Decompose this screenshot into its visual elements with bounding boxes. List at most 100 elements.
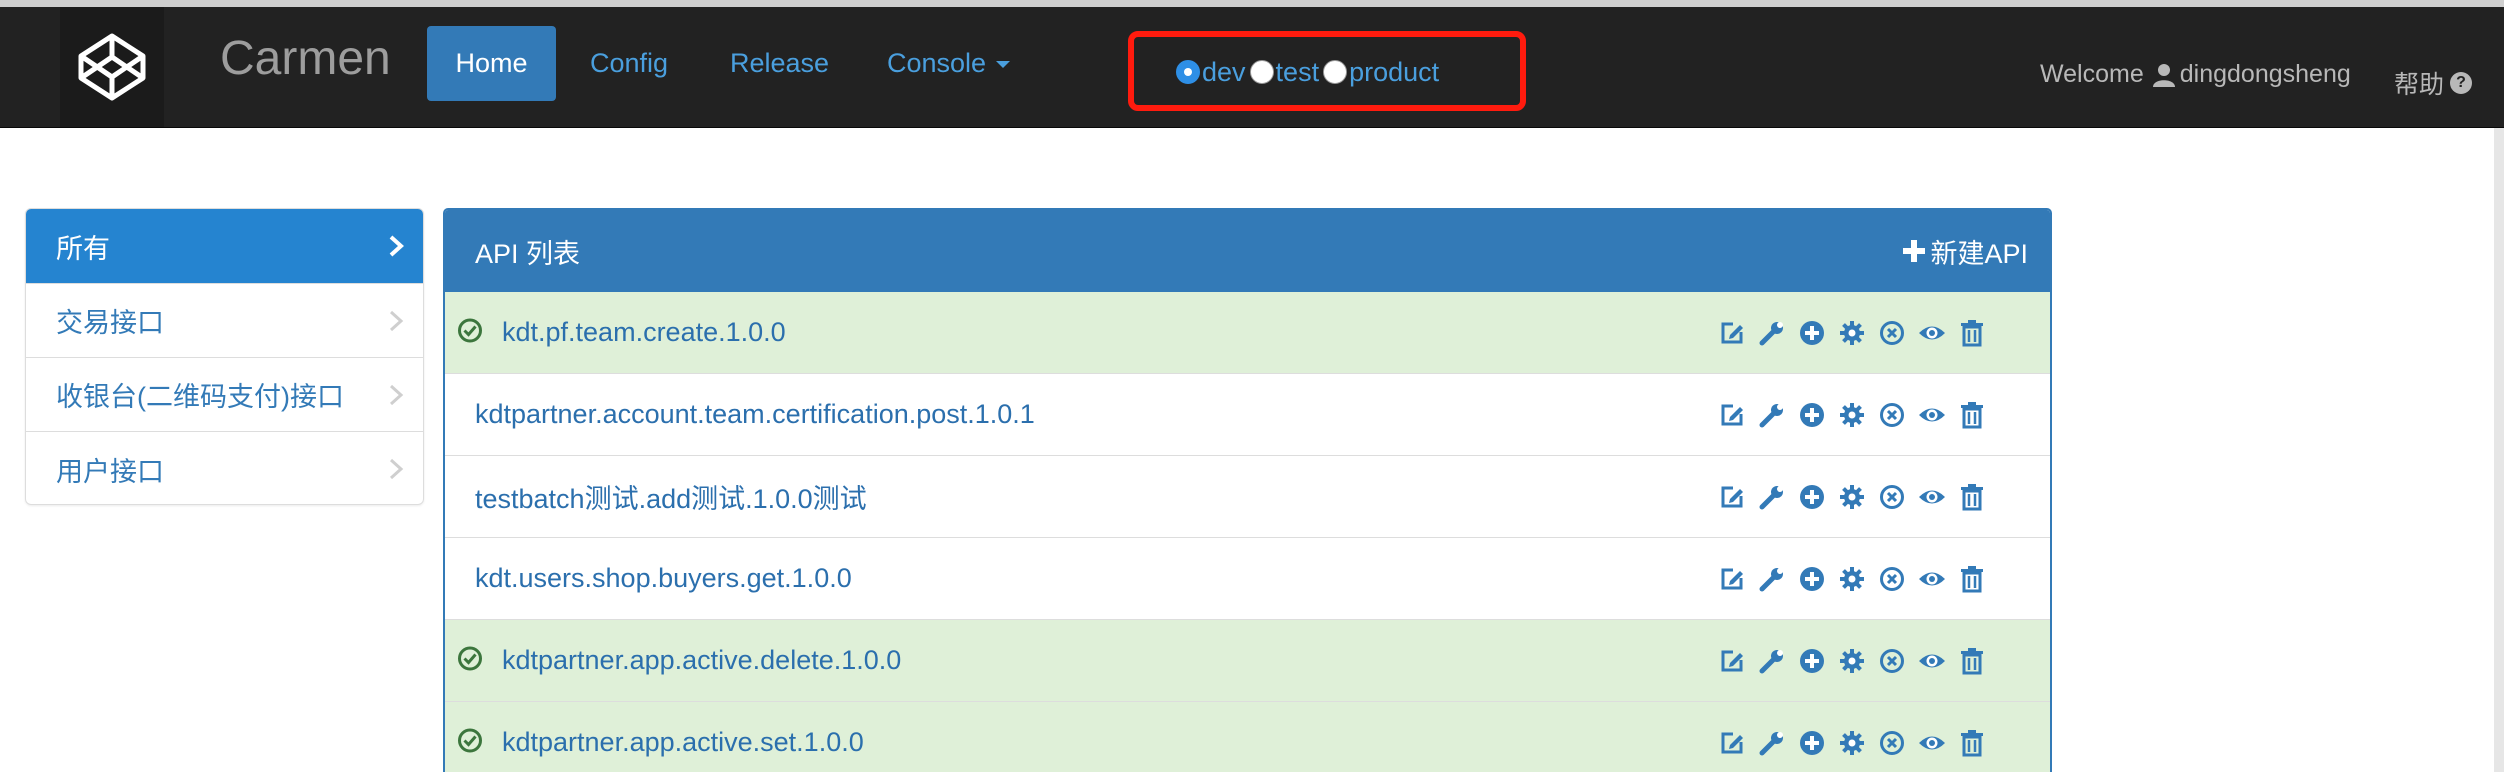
plus-circle-icon[interactable] — [1798, 647, 1826, 675]
brand-name[interactable]: Carmen — [220, 35, 391, 83]
gear-icon[interactable] — [1838, 729, 1866, 757]
api-list-panel: API 列表 新建API kdt.pf.team.create.1.0.0 kdt… — [443, 208, 2052, 772]
trash-icon[interactable] — [1958, 483, 1986, 511]
edit-icon[interactable] — [1718, 729, 1746, 757]
env-label-test[interactable]: test — [1276, 57, 1320, 88]
nav-config[interactable]: Config — [590, 50, 668, 77]
sidebar-item-all[interactable]: 所有 — [26, 209, 423, 284]
api-name-link[interactable]: kdtpartner.app.active.set.1.0.0 — [502, 727, 864, 758]
gear-icon[interactable] — [1838, 483, 1866, 511]
sidebar-item-label: 所有 — [56, 233, 110, 264]
brand-logo[interactable] — [60, 7, 164, 127]
wrench-icon[interactable] — [1758, 319, 1786, 347]
api-name-link[interactable]: testbatch测试.add测试.1.0.0测试 — [475, 477, 867, 516]
edit-icon[interactable] — [1718, 565, 1746, 593]
remove-circle-icon[interactable] — [1878, 565, 1906, 593]
trash-icon[interactable] — [1958, 319, 1986, 347]
eye-icon[interactable] — [1918, 483, 1946, 511]
sidebar-item-label: 用户接口 — [56, 456, 164, 487]
api-rows: kdt.pf.team.create.1.0.0 kdtpartner.accou… — [445, 292, 2050, 772]
question-circle-icon: ? — [2450, 72, 2473, 94]
panel-heading: API 列表 新建API — [445, 210, 2050, 292]
env-radio-product[interactable] — [1323, 60, 1348, 84]
help-link[interactable]: 帮助 ? — [2394, 65, 2473, 101]
gear-icon[interactable] — [1838, 401, 1866, 429]
eye-icon[interactable] — [1918, 319, 1946, 347]
new-api-button[interactable]: 新建API — [1902, 232, 2028, 271]
row-actions — [1718, 483, 1998, 511]
env-radio-dev[interactable] — [1176, 60, 1200, 84]
trash-icon[interactable] — [1958, 565, 1986, 593]
nav-console-label: Console — [887, 48, 987, 78]
trash-icon[interactable] — [1958, 647, 1986, 675]
trash-icon[interactable] — [1958, 729, 1986, 757]
row-actions — [1718, 401, 1998, 429]
plus-circle-icon[interactable] — [1798, 729, 1826, 757]
wrench-icon[interactable] — [1758, 483, 1786, 511]
chevron-right-icon — [389, 235, 404, 257]
sidebar-item-user[interactable]: 用户接口 — [26, 432, 423, 504]
nav-console-dropdown[interactable]: Console — [887, 48, 1011, 78]
api-name-link[interactable]: kdt.pf.team.create.1.0.0 — [502, 317, 786, 348]
nav-release[interactable]: Release — [730, 50, 829, 77]
env-label-dev[interactable]: dev — [1202, 57, 1246, 88]
api-row: kdtpartner.app.active.delete.1.0.0 — [445, 620, 2050, 702]
remove-circle-icon[interactable] — [1878, 319, 1906, 347]
wrench-icon[interactable] — [1758, 565, 1786, 593]
plus-circle-icon[interactable] — [1798, 565, 1826, 593]
username: dingdongsheng — [2179, 60, 2351, 88]
welcome-text: Welcome — [2040, 60, 2144, 88]
api-name-link[interactable]: kdt.users.shop.buyers.get.1.0.0 — [475, 563, 852, 594]
eye-icon[interactable] — [1918, 401, 1946, 429]
plus-circle-icon[interactable] — [1798, 401, 1826, 429]
plus-circle-icon[interactable] — [1798, 483, 1826, 511]
panel-title: API 列表 — [475, 238, 581, 269]
remove-circle-icon[interactable] — [1878, 483, 1906, 511]
ok-circle-icon — [457, 645, 483, 676]
ok-circle-icon — [457, 727, 483, 758]
edit-icon[interactable] — [1718, 319, 1746, 347]
eye-icon[interactable] — [1918, 729, 1946, 757]
row-actions — [1718, 647, 1998, 675]
gear-icon[interactable] — [1838, 565, 1866, 593]
remove-circle-icon[interactable] — [1878, 729, 1906, 757]
help-label: 帮助 — [2394, 71, 2445, 99]
edit-icon[interactable] — [1718, 483, 1746, 511]
trash-icon[interactable] — [1958, 401, 1986, 429]
env-label-product[interactable]: product — [1349, 57, 1439, 88]
wrench-icon[interactable] — [1758, 729, 1786, 757]
eye-icon[interactable] — [1918, 647, 1946, 675]
gear-icon[interactable] — [1838, 647, 1866, 675]
edit-icon[interactable] — [1718, 647, 1746, 675]
codepen-logo-icon — [78, 33, 146, 101]
page-scrollbar[interactable] — [2494, 128, 2504, 772]
api-row: kdtpartner.app.active.set.1.0.0 — [445, 702, 2050, 772]
edit-icon[interactable] — [1718, 401, 1746, 429]
sidebar-item-label: 交易接口 — [56, 308, 164, 338]
api-row: kdt.pf.team.create.1.0.0 — [445, 292, 2050, 374]
welcome-user[interactable]: Welcome dingdongsheng — [2040, 60, 2351, 89]
new-api-label: 新建API — [1930, 238, 2028, 269]
eye-icon[interactable] — [1918, 565, 1946, 593]
ok-circle-icon — [457, 317, 483, 348]
chevron-right-icon — [389, 458, 404, 480]
remove-circle-icon[interactable] — [1878, 401, 1906, 429]
plus-circle-icon[interactable] — [1798, 319, 1826, 347]
row-actions — [1718, 319, 1998, 347]
nav-home[interactable]: Home — [427, 26, 556, 101]
chevron-right-icon — [389, 384, 404, 405]
sidebar-item-cashier[interactable]: 收银台(二维码支付)接口 — [26, 358, 423, 432]
env-radio-group: dev test product — [1176, 56, 1443, 88]
wrench-icon[interactable] — [1758, 647, 1786, 675]
wrench-icon[interactable] — [1758, 401, 1786, 429]
remove-circle-icon[interactable] — [1878, 647, 1906, 675]
user-icon — [2152, 63, 2175, 87]
caret-down-icon — [996, 61, 1011, 69]
api-name-link[interactable]: kdtpartner.account.team.certification.po… — [475, 399, 1035, 430]
gear-icon[interactable] — [1838, 319, 1866, 347]
sidebar-item-trade[interactable]: 交易接口 — [26, 284, 423, 358]
api-name-link[interactable]: kdtpartner.app.active.delete.1.0.0 — [502, 645, 901, 676]
env-radio-test[interactable] — [1249, 60, 1274, 84]
api-row: kdt.users.shop.buyers.get.1.0.0 — [445, 538, 2050, 620]
chevron-right-icon — [389, 310, 404, 331]
